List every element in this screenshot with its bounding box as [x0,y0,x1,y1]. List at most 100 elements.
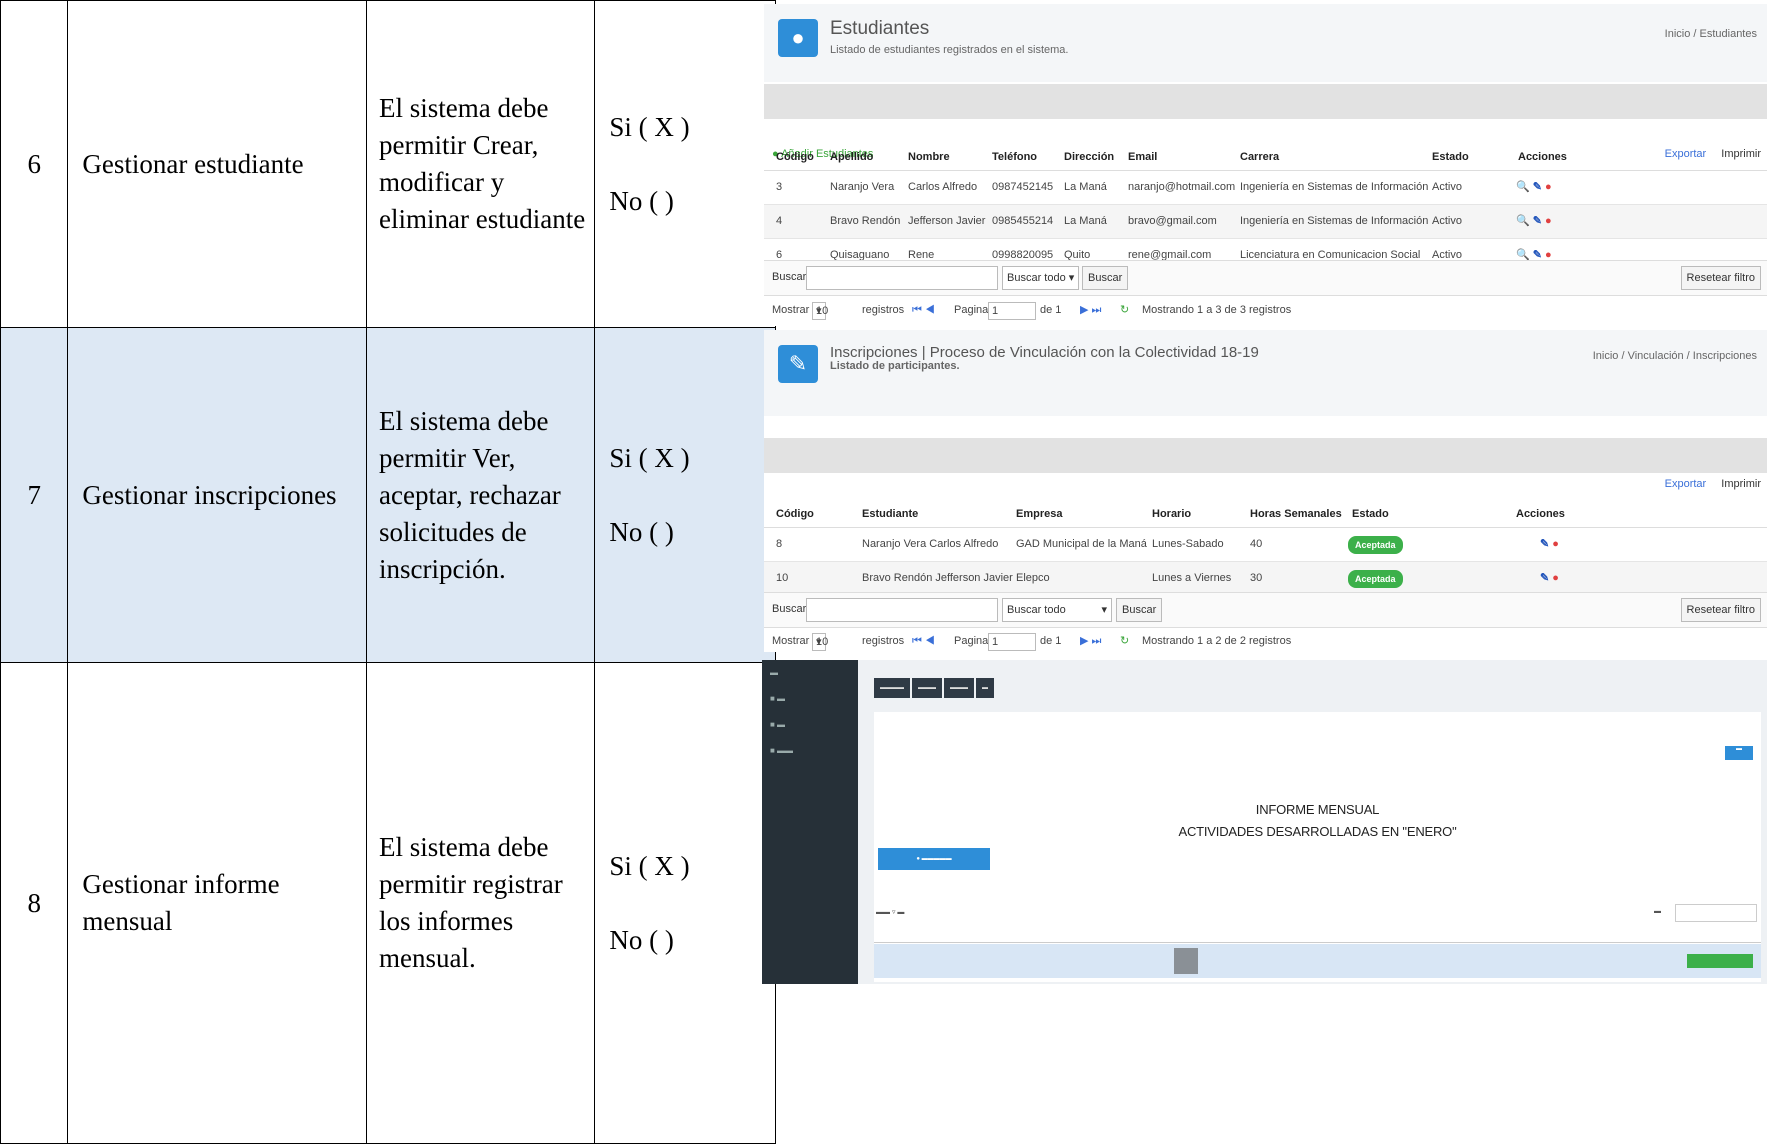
enrollments-screenshot: ✎ Inscripciones | Proceso de Vinculación… [764,330,1767,652]
sidebar-item[interactable]: ▬ [770,668,778,677]
status-badge: Aceptada [1348,570,1403,588]
search-input[interactable] [806,598,998,622]
monthly-report-screenshot: ▬ ■ ▬ ■ ▬ ■ ▬▬ ▬▬▬▬ ▬▬▬ ▬▬▬ ▬ ▬ INFORME MEN… [762,660,1767,984]
search-input[interactable] [1675,904,1757,922]
requirement-name: Gestionar inscripciones [67,327,368,663]
page-size-select[interactable]: 10 ▾ [812,633,828,651]
requirement-options: Si ( X ) No ( ) [594,662,777,1144]
search-input[interactable] [806,266,998,290]
row-number: 8 [0,662,69,1144]
edit-square-icon: ✎ [778,345,818,383]
toolbar: Exportar Imprimir [764,478,1767,498]
reset-filter-button[interactable]: Resetear filtro [1680,598,1761,622]
page-header: ✎ Inscripciones | Proceso de Vinculación… [764,330,1767,416]
search-label: ▬ [1654,908,1661,915]
page-number-input[interactable]: 1 [988,633,1036,651]
requirement-description: El sistema debe permitir Ver, aceptar, r… [366,327,596,663]
table-row[interactable] [874,944,1761,978]
sidebar-item[interactable]: ■ ▬ [770,694,785,703]
status-badge: Aceptada [1348,536,1403,554]
delete-icon: ● [1545,181,1552,193]
requirement-options: Si ( X ) No ( ) [594,327,777,663]
sidebar-item[interactable]: ■ ▬▬ [770,746,793,755]
report-subtitle: ACTIVIDADES DESARROLLADAS EN "ENERO" [1178,824,1457,839]
print-button[interactable]: Imprimir [1721,478,1761,490]
tab[interactable]: ▬▬▬▬ [874,678,910,698]
search-button[interactable]: Buscar [1082,266,1129,290]
row-number: 7 [0,327,69,663]
page-title: Inscripciones | Proceso de Vinculación c… [830,344,1259,361]
report-title: INFORME MENSUAL [1255,802,1380,817]
option-si: Si ( X ) [609,112,690,142]
tab[interactable]: ▬▬▬ [944,678,974,698]
page-subtitle: Listado de estudiantes registrados en el… [830,44,1069,56]
grid-header: Código Apellido Nombre Teléfono Direcció… [764,144,1767,171]
row-number: 6 [0,0,69,328]
grid-header [874,930,1761,943]
row-actions[interactable]: ✎ ● [1540,528,1559,561]
table-row[interactable]: 10 Bravo Rendón Jefferson Javier Elepco … [764,562,1767,596]
enrollments-grid: Código Estudiante Empresa Horario Horas … [764,501,1767,596]
option-si: Si ( X ) [609,851,690,881]
panel-header [764,84,1767,119]
pager: Mostrar 10 ▾ registros ⏮ ◀ Pagina 1 de 1… [764,298,1767,322]
users-icon: ● [778,19,818,57]
first-page-icon[interactable]: ⏮ ◀ [912,298,935,322]
add-activity-button[interactable]: ● ▬▬▬▬▬ [878,848,990,870]
table-row[interactable]: 8 Naranjo Vera Carlos Alfredo GAD Munici… [764,528,1767,562]
table-row[interactable]: 3 Naranjo Vera Carlos Alfredo 0987452145… [764,171,1767,205]
students-grid: Código Apellido Nombre Teléfono Direcció… [764,144,1767,273]
document-page: 6 Gestionar estudiante El sistema debe p… [0,0,1767,1144]
option-no: No ( ) [609,925,674,955]
page-title: Estudiantes [830,18,930,39]
search-field-select[interactable]: Buscar todo ▾ [1002,598,1112,622]
sidebar-item[interactable]: ■ ▬ [770,720,785,729]
refresh-icon[interactable]: ↻ [1120,629,1129,652]
sidebar: ▬ ■ ▬ ■ ▬ ■ ▬▬ [762,660,858,984]
edit-icon: ✎ [1540,572,1550,584]
verification-image [1174,948,1198,974]
export-button[interactable]: Exportar [1665,478,1707,490]
reset-filter-button[interactable]: Resetear filtro [1680,266,1761,290]
new-button[interactable]: ▬ [1725,746,1753,760]
delete-icon: ● [1545,215,1552,227]
tab[interactable]: ▬ [976,678,994,698]
delete-icon: ● [1552,572,1559,584]
requirement-description: El sistema debe permitir registrar los i… [366,662,596,1144]
grid-header: Código Estudiante Empresa Horario Horas … [764,501,1767,528]
page-number-input[interactable]: 1 [988,302,1036,320]
page-size-select[interactable]: 10 ▾ [812,302,828,320]
row-actions[interactable]: 🔍 ✎ ● [1516,171,1552,204]
page-subtitle: Listado de participantes. [830,360,960,372]
refresh-icon[interactable]: ↻ [1120,298,1129,322]
requirement-options: Si ( X ) No ( ) [594,0,777,328]
requirement-description: El sistema debe permitir Crear, modifica… [366,0,596,328]
table-row[interactable]: 4 Bravo Rendón Jefferson Javier 09854552… [764,205,1767,239]
first-page-icon[interactable]: ⏮ ◀ [912,629,935,652]
page-header: ● Estudiantes Listado de estudiantes reg… [764,4,1767,82]
search-bar: Buscar Buscar todo ▾ Buscar Resetear fil… [764,260,1767,296]
option-si: Si ( X ) [609,443,690,473]
requirement-name: Gestionar informe mensual [67,662,368,1144]
report-panel: ▬ INFORME MENSUAL ACTIVIDADES DESARROLLA… [874,712,1761,982]
edit-icon: ✎ [1532,181,1542,193]
search-button[interactable]: Buscar [1116,598,1163,622]
tab[interactable]: ▬▬▬ [912,678,942,698]
breadcrumb[interactable]: Inicio / Estudiantes [1665,28,1757,40]
search-field-select[interactable]: Buscar todo ▾ [1002,266,1080,290]
tab-bar: ▬▬▬▬ ▬▬▬ ▬▬▬ ▬ [874,676,996,698]
edit-icon: ✎ [1532,215,1542,227]
panel-header [764,438,1767,473]
requirement-name: Gestionar estudiante [67,0,368,328]
page-size-select[interactable]: ▬▬ ▿ ▬ [876,908,904,916]
row-actions[interactable]: 🔍 ✎ ● [1516,205,1552,238]
last-page-icon[interactable]: ▶ ⏭ [1080,629,1101,652]
row-actions[interactable] [1687,954,1753,968]
search-bar: Buscar Buscar todo ▾ Buscar Resetear fil… [764,592,1767,628]
row-actions[interactable]: ✎ ● [1540,562,1559,595]
last-page-icon[interactable]: ▶ ⏭ [1080,298,1101,322]
edit-icon: ✎ [1540,538,1550,550]
pager: Mostrar 10 ▾ registros ⏮ ◀ Pagina 1 de 1… [764,629,1767,652]
option-no: No ( ) [609,186,674,216]
breadcrumb[interactable]: Inicio / Vinculación / Inscripciones [1593,350,1757,362]
